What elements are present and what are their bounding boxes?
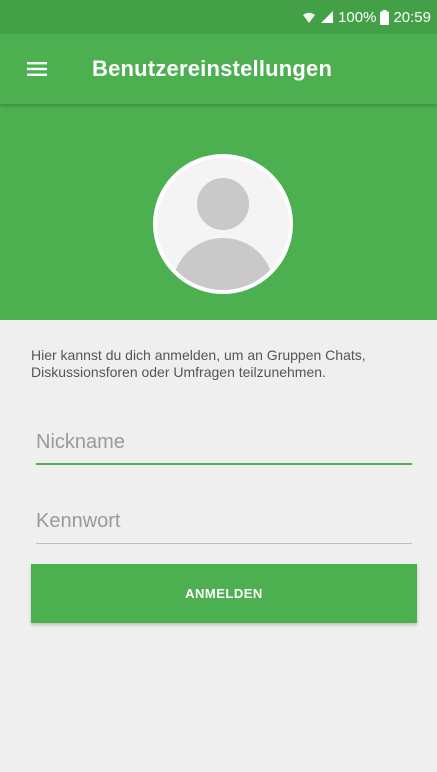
password-input[interactable] [36, 504, 412, 544]
hamburger-menu-icon[interactable] [22, 54, 52, 84]
login-button[interactable]: ANMELDEN [31, 564, 417, 623]
clock: 20:59 [393, 8, 431, 26]
status-bar: 100% 20:59 [0, 0, 437, 34]
app-toolbar: Benutzereinstellungen [0, 34, 437, 104]
login-info-text: Hier kannst du dich anmelden, um an Grup… [31, 347, 366, 380]
battery-percent: 100% [338, 8, 377, 26]
app-screen: 100% 20:59 Benutzereinstellungen Hier ka… [0, 0, 437, 772]
default-user-avatar-icon[interactable] [153, 154, 293, 294]
profile-header [0, 104, 437, 320]
page-title: Benutzereinstellungen [92, 56, 333, 81]
signal-icon [320, 9, 334, 25]
login-section: Hier kannst du dich anmelden, um an Grup… [0, 320, 437, 772]
wifi-icon [302, 9, 316, 25]
nickname-input[interactable] [36, 425, 412, 465]
battery-icon [380, 9, 390, 25]
